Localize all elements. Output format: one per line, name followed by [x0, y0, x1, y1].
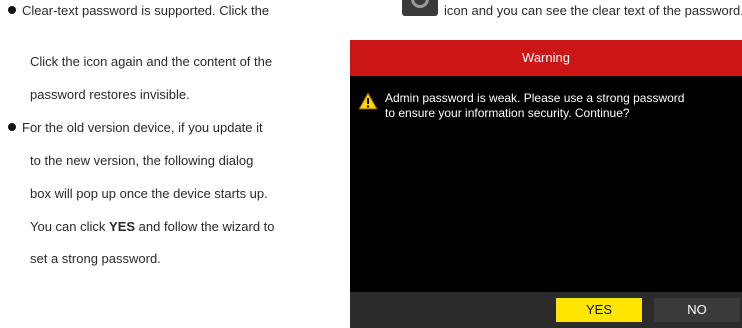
- dialog-message-line1: Admin password is weak. Please use a str…: [385, 91, 685, 105]
- bullet2-line1: For the old version device, if you updat…: [8, 120, 263, 136]
- bullet2-line1-text: For the old version device, if you updat…: [22, 120, 263, 135]
- eye-icon: [402, 0, 438, 16]
- bullet2-line4-after: and follow the wizard to: [138, 219, 275, 234]
- bullet2-line4-before: You can click: [30, 219, 106, 234]
- dialog-message-line2: to ensure your information security. Con…: [385, 106, 630, 120]
- bullet2-line4-bold: YES: [109, 219, 136, 234]
- bullet2-line4: You can click YES and follow the wizard …: [30, 219, 275, 235]
- warning-icon: [358, 92, 378, 110]
- dialog-message: Admin password is weak. Please use a str…: [385, 91, 742, 121]
- bullet-dot: [8, 6, 16, 14]
- bullet1-text-after-icon: icon and you can see the clear text of t…: [444, 3, 742, 18]
- bullet2-line2: to the new version, the following dialog: [30, 153, 254, 168]
- dialog-footer: YES NO: [350, 292, 742, 328]
- bullet2-line5: set a strong password.: [30, 251, 161, 266]
- yes-button[interactable]: YES: [556, 298, 642, 322]
- bullet-dot: [8, 123, 16, 131]
- dialog-title: Warning: [350, 40, 742, 76]
- bullet1-line3: password restores invisible.: [30, 87, 190, 102]
- bullet1-line2: Click the icon again and the content of …: [30, 54, 273, 69]
- bullet1-text-before-icon: Clear-text password is supported. Click …: [22, 3, 270, 18]
- bullet2-line3: box will pop up once the device starts u…: [30, 186, 268, 201]
- bullet1-line1: Clear-text password is supported. Click …: [8, 3, 269, 19]
- warning-dialog: Warning Admin password is weak. Please u…: [350, 40, 742, 328]
- no-button[interactable]: NO: [654, 298, 740, 322]
